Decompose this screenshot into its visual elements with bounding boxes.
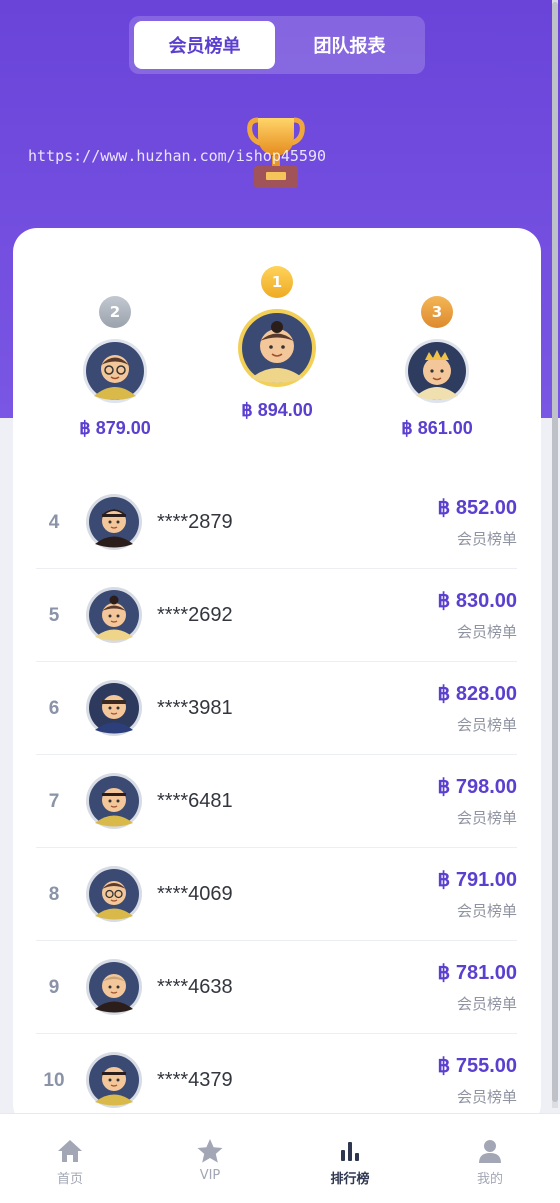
podium-amount: ฿ 894.00 (241, 400, 313, 420)
user-id: ****4638 (157, 976, 233, 998)
category-label: 会员榜单 (456, 716, 517, 734)
home-icon (58, 1140, 82, 1162)
avatar (86, 866, 142, 922)
avatar (86, 680, 142, 736)
silver-medal-badge: 2 (99, 296, 131, 328)
podium-amount: ฿ 879.00 (79, 418, 151, 438)
rank-number: 7 (48, 790, 60, 812)
category-label: 会员榜单 (456, 623, 517, 641)
bronze-medal-badge: 3 (421, 296, 453, 328)
scrollbar-thumb[interactable] (552, 2, 558, 1102)
avatar (86, 959, 142, 1015)
rank-list: 4 ****2879 ฿ 852.00 会员榜单 5 ****2692 ฿ 83… (36, 476, 517, 1127)
avatar (86, 1052, 142, 1108)
tab-label: VIP (199, 1168, 221, 1183)
list-item[interactable]: 8 ****4069 ฿ 791.00 会员榜单 (36, 848, 517, 941)
avatar (405, 339, 469, 403)
amount: ฿ 852.00 (437, 497, 517, 519)
gold-medal-badge: 1 (261, 266, 293, 298)
amount: ฿ 830.00 (437, 590, 517, 612)
tab-profile[interactable]: 我的 (420, 1114, 560, 1203)
list-item[interactable]: 4 ****2879 ฿ 852.00 会员榜单 (36, 476, 517, 569)
rank-number: 6 (48, 697, 60, 719)
category-label: 会员榜单 (456, 995, 517, 1013)
user-id: ****2879 (157, 511, 233, 533)
rank-number: 4 (48, 511, 60, 533)
amount: ฿ 781.00 (437, 962, 517, 984)
avatar (83, 339, 147, 403)
list-item[interactable]: 9 ****4638 ฿ 781.00 会员榜单 (36, 941, 517, 1034)
rank-number: 9 (48, 976, 60, 998)
tab-team-report[interactable]: 团队报表 (279, 21, 420, 69)
amount: ฿ 798.00 (437, 776, 517, 798)
tab-home[interactable]: 首页 (0, 1114, 140, 1203)
user-id: ****4069 (157, 883, 233, 905)
category-label: 会员榜单 (456, 1088, 517, 1106)
list-item[interactable]: 7 ****6481 ฿ 798.00 会员榜单 (36, 755, 517, 848)
bottom-tab-bar: 首页 VIP 排行榜 我的 (0, 1113, 560, 1203)
rank-number: 8 (48, 883, 60, 905)
user-id: ****3981 (157, 697, 233, 719)
tab-label: 我的 (476, 1172, 503, 1187)
rank-number: 5 (48, 604, 60, 626)
avatar (86, 494, 142, 550)
user-icon (479, 1140, 501, 1163)
tab-label: 首页 (56, 1172, 83, 1187)
tab-ranking[interactable]: 排行榜 (280, 1114, 420, 1203)
podium-amount: ฿ 861.00 (401, 418, 473, 438)
category-label: 会员榜单 (456, 530, 517, 548)
bar-chart-icon (341, 1142, 359, 1161)
podium-second[interactable]: 2 ฿ 879.00 (75, 296, 155, 439)
tab-vip[interactable]: VIP (140, 1114, 280, 1203)
avatar (238, 309, 316, 387)
ranking-tabs: 会员榜单 团队报表 (129, 16, 425, 74)
list-item[interactable]: 6 ****3981 ฿ 828.00 会员榜单 (36, 662, 517, 755)
amount: ฿ 828.00 (437, 683, 517, 705)
amount: ฿ 791.00 (437, 869, 517, 891)
star-icon (197, 1139, 223, 1163)
user-id: ****2692 (157, 604, 233, 626)
watermark-text: https://www.huzhan.com/ishop45590 (28, 147, 327, 165)
podium-third[interactable]: 3 ฿ 861.00 (397, 296, 477, 439)
tab-member-ranking[interactable]: 会员榜单 (134, 21, 275, 69)
avatar (86, 773, 142, 829)
amount: ฿ 755.00 (437, 1055, 517, 1077)
tab-label: 排行榜 (330, 1172, 370, 1187)
category-label: 会员榜单 (456, 902, 517, 920)
user-id: ****6481 (157, 790, 233, 812)
podium-first[interactable]: 1 ฿ 894.00 (232, 266, 322, 421)
list-item[interactable]: 5 ****2692 ฿ 830.00 会员榜单 (36, 569, 517, 662)
category-label: 会员榜单 (456, 809, 517, 827)
avatar (86, 587, 142, 643)
